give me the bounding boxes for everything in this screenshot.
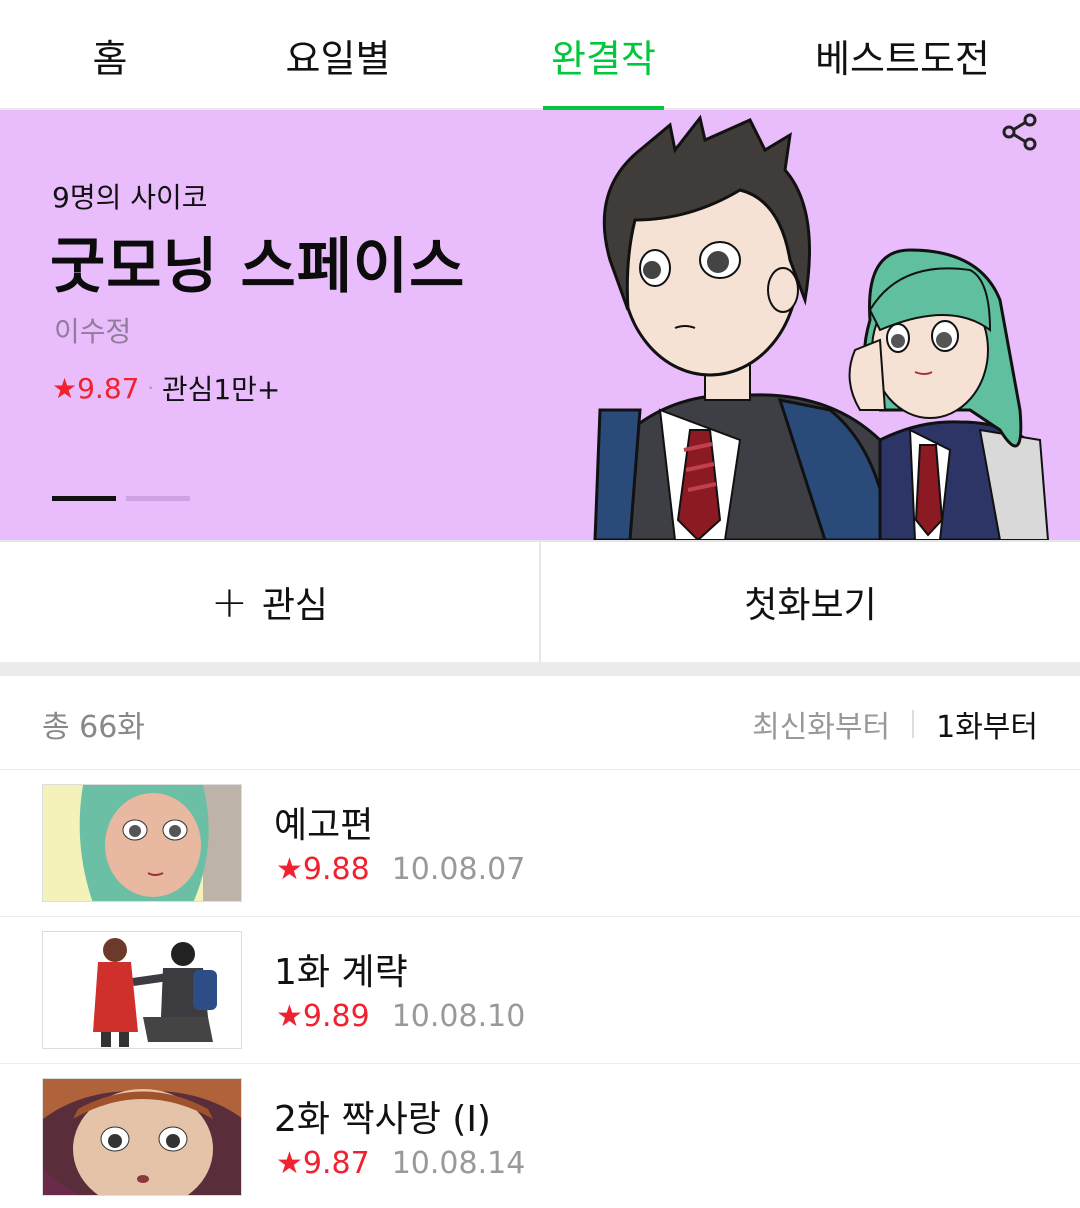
star-icon: ★ [276, 1146, 303, 1181]
episode-rating: 9.88 [302, 852, 370, 887]
tab-completed[interactable]: 완결작 [543, 0, 664, 112]
star-icon: ★ [276, 999, 303, 1034]
first-episode-button[interactable]: 첫화보기 [539, 542, 1080, 662]
top-tab-bar: 홈 요일별 완결작 베스트도전 [0, 0, 1080, 112]
episode-info: ★ 9.89 10.08.10 [276, 999, 525, 1034]
tab-weekday[interactable]: 요일별 [258, 0, 418, 110]
hero-title: 굿모닝 스페이스 [50, 232, 466, 302]
tab-best-challenge-label: 베스트도전 [815, 36, 990, 81]
hero-meta: ★ 9.87 · 관심1만+ [52, 368, 280, 408]
episode-rating: 9.87 [302, 1146, 370, 1181]
share-icon[interactable] [1000, 112, 1040, 152]
episode-title: 1화 계략 [274, 952, 408, 993]
episode-thumbnail-image [43, 785, 241, 901]
episode-list-header: 총 66화 최신화부터 1화부터 [0, 676, 1080, 770]
episode-date: 10.08.10 [391, 999, 526, 1034]
hero-rating: 9.87 [77, 371, 140, 405]
episode-row[interactable]: 2화 짝사랑 (I) ★ 9.87 10.08.14 [0, 1064, 1080, 1208]
hero-illustration [593, 114, 1050, 540]
carousel-indicator-active[interactable] [52, 496, 116, 501]
tab-home-label: 홈 [92, 36, 128, 81]
episode-thumbnail-image [43, 932, 241, 1048]
hero-author: 이수정 [54, 315, 132, 348]
tab-best-challenge[interactable]: 베스트도전 [800, 0, 1005, 110]
subscribe-button[interactable]: + 관심 [0, 542, 539, 662]
boy-character [593, 114, 902, 540]
first-episode-label: 첫화보기 [744, 585, 877, 626]
section-divider [0, 662, 1080, 676]
girl-character [848, 248, 1050, 540]
episode-row[interactable]: 예고편 ★ 9.88 10.08.07 [0, 770, 1080, 917]
episode-date: 10.08.14 [391, 1146, 526, 1181]
episode-row[interactable]: 1화 계략 ★ 9.89 10.08.10 [0, 917, 1080, 1064]
hero-interest-count: 관심1만+ [161, 373, 281, 406]
star-icon: ★ [276, 852, 303, 887]
episode-thumbnail [42, 931, 242, 1049]
star-icon: ★ [52, 371, 78, 405]
sort-latest-button[interactable]: 최신화부터 [752, 702, 890, 746]
action-bar: + 관심 첫화보기 [0, 540, 1080, 662]
episode-info: ★ 9.88 10.08.07 [276, 852, 525, 887]
episode-thumbnail-image [43, 1079, 241, 1195]
plus-icon: + [210, 576, 248, 628]
sort-divider [912, 710, 915, 738]
episode-thumbnail [42, 784, 242, 902]
episode-date: 10.08.07 [391, 852, 526, 887]
tab-weekday-label: 요일별 [285, 36, 391, 81]
episode-total: 총 66화 [42, 710, 145, 745]
tab-completed-label: 완결작 [551, 36, 656, 81]
hero-subtitle: 9명의 사이코 [52, 181, 208, 214]
separator-dot: · [147, 376, 154, 400]
sort-first-button[interactable]: 1화부터 [936, 702, 1038, 746]
episode-title: 예고편 [274, 805, 374, 846]
carousel-indicator[interactable] [126, 496, 190, 501]
sort-toggle: 최신화부터 1화부터 [752, 702, 1038, 746]
carousel-indicators [52, 496, 200, 501]
episode-info: ★ 9.87 10.08.14 [276, 1146, 525, 1181]
episode-rating: 9.89 [302, 999, 370, 1034]
subscribe-label: 관심 [261, 585, 329, 626]
episode-title: 2화 짝사랑 (I) [274, 1099, 491, 1140]
episode-thumbnail [42, 1078, 242, 1196]
webtoon-hero-banner[interactable]: 9명의 사이코 굿모닝 스페이스 이수정 ★ 9.87 · 관심1만+ [0, 110, 1080, 540]
tab-home[interactable]: 홈 [30, 0, 190, 110]
